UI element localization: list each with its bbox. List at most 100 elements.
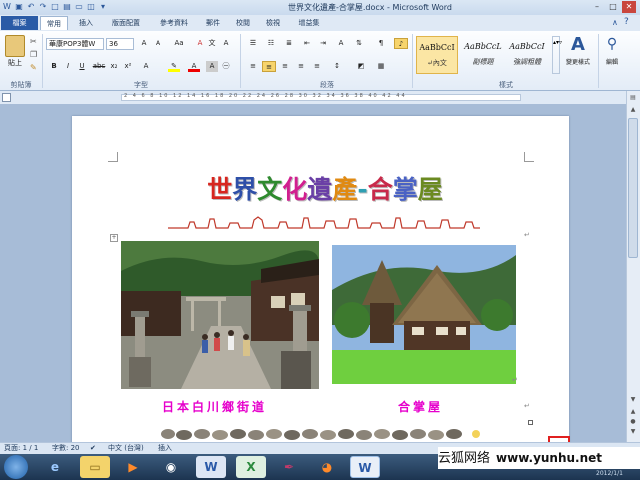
numbering-icon[interactable]: ☷ [264, 38, 278, 49]
text-effects-icon[interactable]: A [140, 61, 152, 72]
help-icon[interactable]: ? [624, 17, 629, 27]
tab-file[interactable]: 檔案 [1, 16, 38, 30]
multilevel-list-icon[interactable]: ≣ [282, 38, 296, 49]
table-move-handle-icon[interactable]: + [110, 234, 118, 242]
sort-icon[interactable]: ⇅ [352, 38, 366, 49]
pen-tool-icon[interactable]: ✒ [274, 456, 304, 478]
close-button[interactable]: ✕ [622, 1, 636, 13]
redo-icon[interactable]: ↷ [38, 2, 48, 12]
folder-icon[interactable]: ▭ [74, 2, 84, 12]
prev-page-icon[interactable]: ▲ [628, 408, 638, 415]
cut-icon[interactable]: ✂ [30, 37, 37, 46]
change-case-icon[interactable]: Aa [172, 38, 186, 49]
grow-font-icon[interactable]: A [138, 38, 150, 49]
style-strong[interactable]: AaBbCcI 強調粗體 [506, 36, 548, 74]
ribbon-collapse-icon[interactable]: ∧ [612, 18, 618, 27]
chrome-icon[interactable]: ◉ [156, 456, 186, 478]
increase-indent-icon[interactable]: ⇥ [316, 38, 330, 49]
tab-review[interactable]: 校閱 [230, 16, 256, 30]
print-icon[interactable]: ▤ [62, 2, 72, 12]
save-icon[interactable]: ▣ [14, 2, 24, 12]
copy-icon[interactable]: ❐ [30, 50, 37, 59]
bullets-icon[interactable]: ☰ [246, 38, 260, 49]
status-word-count[interactable]: 字數: 20 [52, 443, 80, 453]
minimize-button[interactable]: – [590, 1, 604, 13]
justify-icon[interactable]: ≡ [294, 61, 308, 72]
shading-icon[interactable]: ◩ [354, 61, 368, 72]
style-subtitle[interactable]: AaBbCcL 副標題 [462, 36, 504, 74]
superscript-icon[interactable]: x² [122, 61, 134, 72]
new-doc-icon[interactable]: □ [50, 2, 60, 12]
font-name-combo[interactable]: 華康POP3體W [46, 38, 104, 50]
line-spacing-icon[interactable]: ↕ [330, 61, 344, 72]
ruler-toggle-icon[interactable]: ▤ [628, 94, 638, 104]
tab-mailings[interactable]: 郵件 [200, 16, 226, 30]
browse-object-icon[interactable]: ● [628, 418, 638, 425]
tray-date[interactable]: 2012/1/1 [596, 470, 623, 477]
change-styles-button[interactable]: 變更樣式 [560, 57, 596, 68]
scroll-down-icon[interactable]: ▼ [628, 396, 638, 403]
font-color-icon[interactable]: A [188, 61, 200, 72]
status-language[interactable]: 中文 (台灣) [108, 443, 144, 453]
bold-icon[interactable]: B [48, 61, 60, 72]
font-size-combo[interactable]: 36 [106, 38, 134, 50]
tab-home[interactable]: 常用 [40, 16, 68, 30]
smart-tag-icon[interactable] [472, 430, 480, 438]
status-page-count[interactable]: 頁面: 1 / 1 [4, 443, 38, 453]
italic-icon[interactable]: I [62, 61, 74, 72]
align-center-icon[interactable]: ≡ [262, 61, 276, 72]
gassho-house-photo[interactable] [332, 245, 516, 384]
phonetic-guide-icon[interactable]: 文 [206, 38, 218, 49]
enclose-char-icon[interactable]: ㊀ [220, 61, 232, 72]
scrollbar-thumb[interactable] [628, 118, 638, 258]
word-logo-icon[interactable]: W [2, 2, 12, 12]
preview-icon[interactable]: ◫ [86, 2, 96, 12]
align-left-icon[interactable]: ≡ [246, 61, 260, 72]
start-button-icon[interactable] [4, 455, 28, 479]
highlight-icon[interactable]: ✎ [168, 61, 180, 72]
decrease-indent-icon[interactable]: ⇤ [300, 38, 314, 49]
status-insert-mode[interactable]: 插入 [158, 443, 172, 453]
paste-icon[interactable] [5, 35, 25, 57]
tab-view[interactable]: 檢視 [260, 16, 286, 30]
format-painter-icon[interactable]: ✎ [30, 63, 37, 72]
show-marks-icon[interactable]: ¶ [374, 38, 388, 49]
styles-scroll-icon[interactable]: ▴▾▿ [552, 36, 562, 74]
tab-insert[interactable]: 插入 [72, 16, 100, 30]
style-normal[interactable]: AaBbCcI ↵內文 [416, 36, 458, 74]
strikethrough-icon[interactable]: abc [92, 61, 106, 72]
char-border-icon[interactable]: A [220, 38, 232, 49]
underline-icon[interactable]: U [76, 61, 88, 72]
tab-addins[interactable]: 增益集 [292, 16, 326, 30]
explorer-icon[interactable]: ▭ [80, 456, 110, 478]
next-page-icon[interactable]: ▼ [628, 428, 638, 435]
char-shading-icon[interactable]: A [206, 61, 218, 72]
clear-format-icon[interactable]: A [194, 38, 206, 49]
find-icon[interactable]: ⚲ [604, 36, 620, 52]
media-player-icon[interactable]: ▶ [118, 456, 148, 478]
undo-icon[interactable]: ↶ [26, 2, 36, 12]
borders-icon[interactable]: ▦ [374, 61, 388, 72]
firefox-icon[interactable]: ◕ [312, 456, 342, 478]
qat-more-icon[interactable]: ▾ [98, 2, 108, 12]
tab-references[interactable]: 參考資料 [152, 16, 196, 30]
excel-taskbar-icon[interactable]: X [236, 456, 266, 478]
chinese-layout-icon[interactable]: A [334, 38, 348, 49]
resize-handle[interactable] [528, 420, 533, 425]
align-right-icon[interactable]: ≡ [278, 61, 292, 72]
proofing-icon[interactable]: ✔ [90, 443, 96, 453]
change-styles-icon[interactable]: A [568, 34, 588, 55]
scroll-up-icon[interactable]: ▲ [628, 106, 638, 116]
tab-selector-icon[interactable] [2, 93, 11, 102]
word-active-taskbar-icon[interactable]: W [350, 456, 380, 478]
maximize-button[interactable]: □ [606, 1, 620, 13]
ie-icon[interactable]: e [40, 456, 70, 478]
editing-button[interactable]: 編輯 [600, 57, 624, 68]
distributed-icon[interactable]: ≡ [310, 61, 324, 72]
tab-page-layout[interactable]: 版面配置 [104, 16, 148, 30]
word-taskbar-icon[interactable]: W [196, 456, 226, 478]
village-street-photo[interactable] [121, 241, 319, 389]
paste-button-label[interactable]: 貼上 [2, 58, 28, 69]
asian-layout-icon[interactable]: ♪ [394, 38, 408, 49]
subscript-icon[interactable]: x₂ [108, 61, 120, 72]
